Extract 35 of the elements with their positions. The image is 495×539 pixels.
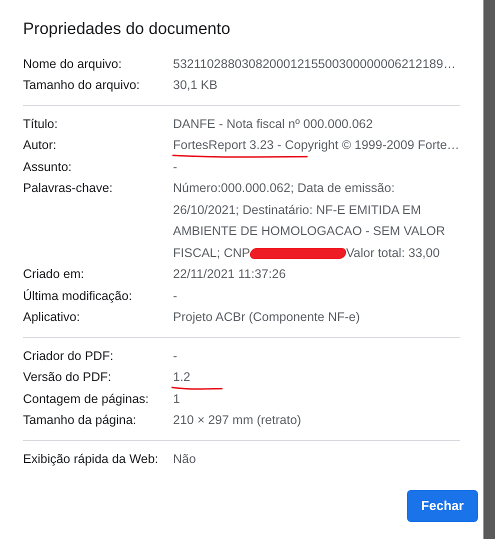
property-label: Criador do PDF: xyxy=(23,348,114,365)
property-label: Versão do PDF: xyxy=(23,369,112,386)
property-label: Aplicativo: xyxy=(23,309,81,326)
property-label: Contagem de páginas: xyxy=(23,390,150,408)
property-label: Palavras-chave: xyxy=(23,180,114,198)
dialog-title: Propriedades do documento xyxy=(23,19,232,40)
property-value: FISCAL; CNP xyxy=(173,244,250,262)
property-label: Criado em: xyxy=(23,266,86,284)
underline-mark xyxy=(171,386,223,390)
property-value: 22/11/2021 11:37:26 xyxy=(173,266,286,284)
property-value: 26/10/2021; Destinatário: NF-E EMITIDA EM xyxy=(173,202,422,219)
property-value: 1 xyxy=(173,390,180,408)
property-label: Nome do arquivo: xyxy=(23,56,123,73)
property-value: - xyxy=(173,348,178,365)
property-label: Tamanho do arquivo: xyxy=(23,77,141,94)
property-value: DANFE - Nota fiscal nº 000.000.062 xyxy=(173,116,373,133)
property-label: Autor: xyxy=(23,137,58,154)
property-value: 210 × 297 mm (retrato) xyxy=(173,412,302,430)
property-value: Não xyxy=(173,450,196,468)
property-label: Última modificação: xyxy=(23,288,134,305)
property-value: Número:000.000.062; Data de emissão: xyxy=(173,180,395,198)
property-label: Tamanho da página: xyxy=(23,412,138,430)
property-value: Valor total: 33,00 xyxy=(346,244,440,262)
property-value: Projeto ACBr (Componente NF-e) xyxy=(173,309,360,326)
property-value: AMBIENTE DE HOMOLOGACAO - SEM VALOR xyxy=(173,223,446,240)
property-value: 30,1 KB xyxy=(173,77,218,94)
property-value: 1.2 xyxy=(173,367,190,389)
property-label: Exibição rápida da Web: xyxy=(23,450,160,468)
property-value: 532110288030820001215500300000006212189… xyxy=(173,56,456,73)
property-value: FortesReport 3.23 - Copyright © 1999-2009 Forte… xyxy=(173,135,460,157)
property-label: Assunto: xyxy=(23,158,73,176)
property-value: - xyxy=(173,158,178,176)
property-label: Título: xyxy=(23,116,59,133)
close-button[interactable]: Fechar xyxy=(407,490,478,522)
property-value: - xyxy=(173,288,178,305)
